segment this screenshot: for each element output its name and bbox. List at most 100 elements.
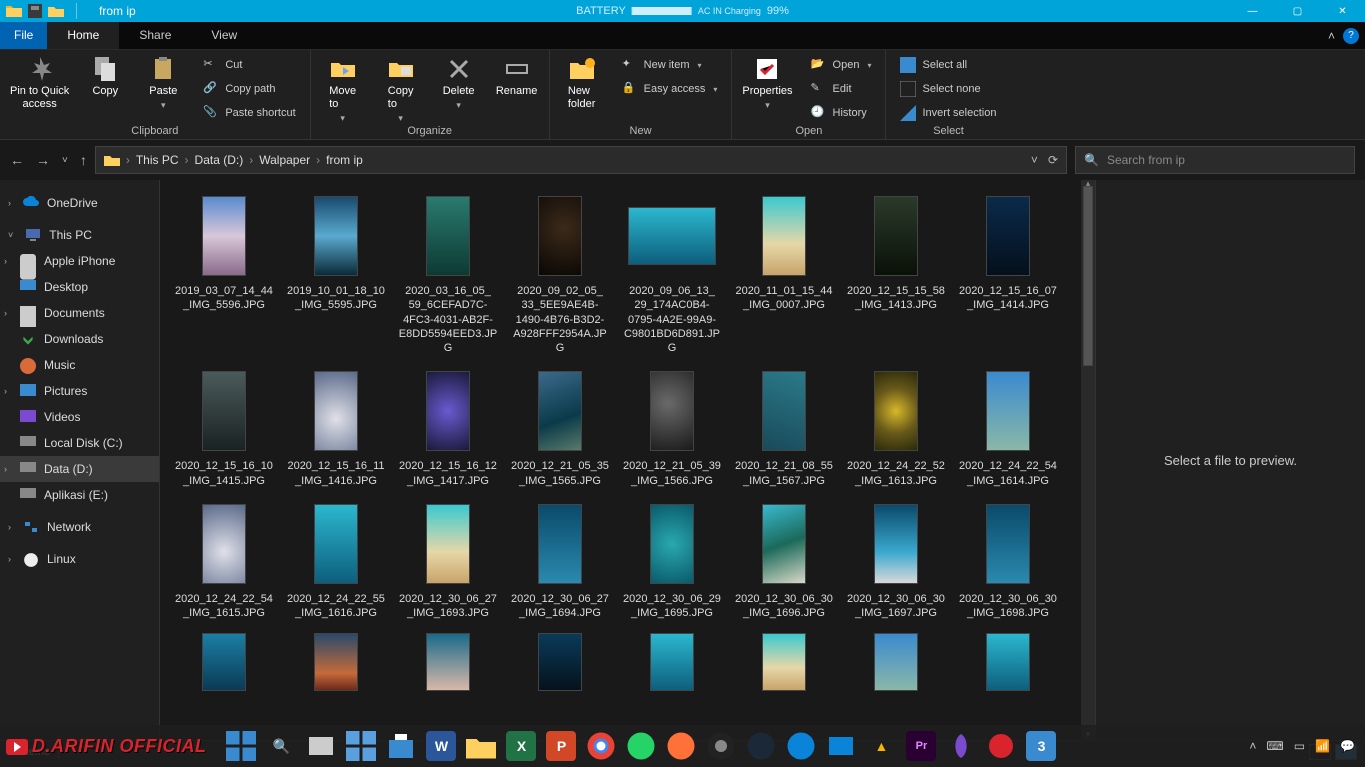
breadcrumb-segment[interactable]: Walpaper — [259, 153, 310, 167]
whatsapp-icon[interactable] — [626, 731, 656, 761]
file-item[interactable]: 2020_​12_​30_​06_​29 _​IMG_​1695.JPG — [618, 498, 726, 623]
file-item[interactable] — [282, 631, 390, 697]
file-item[interactable]: 2020_​12_​15_​16_​12 _​IMG_​1417.JPG — [394, 365, 502, 490]
select-none-button[interactable]: Select none — [896, 79, 1000, 99]
nav-music[interactable]: Music — [0, 352, 159, 378]
scrollbar-thumb[interactable] — [1083, 186, 1093, 366]
copy-button[interactable]: Copy — [83, 55, 127, 98]
nav-videos[interactable]: Videos — [0, 404, 159, 430]
file-item[interactable]: 2020_​12_​30_​06_​30 _​IMG_​1698.JPG — [954, 498, 1062, 623]
steam-icon[interactable] — [746, 731, 776, 761]
file-item[interactable] — [842, 631, 950, 697]
history-button[interactable]: 🕘History — [807, 103, 876, 123]
nav-data-d[interactable]: ›Data (D:) — [0, 456, 159, 482]
close-button[interactable]: ✕ — [1320, 0, 1365, 22]
nav-this-pc[interactable]: ˅This PC — [0, 222, 159, 248]
widgets-button[interactable] — [346, 731, 376, 761]
file-item[interactable]: 2020_​12_​24_​22_​55 _​IMG_​1616.JPG — [282, 498, 390, 623]
tab-home[interactable]: Home — [47, 22, 119, 49]
file-explorer-icon[interactable] — [466, 731, 496, 761]
forward-button[interactable]: → — [36, 152, 50, 168]
file-item[interactable]: 2020_​12_​15_​16_​07 _​IMG_​1414.JPG — [954, 190, 1062, 357]
tray-wifi-icon[interactable]: 📶 — [1315, 739, 1330, 753]
rename-button[interactable]: Rename — [495, 55, 539, 98]
maximize-button[interactable]: ▢ — [1275, 0, 1320, 22]
select-all-button[interactable]: Select all — [896, 55, 1000, 75]
file-item[interactable]: 2019_​03_​07_​14_​44 _​IMG_​5596.JPG — [170, 190, 278, 357]
file-item[interactable] — [170, 631, 278, 697]
new-folder-button[interactable]: New folder — [560, 55, 604, 111]
back-button[interactable]: ← — [10, 152, 24, 168]
file-item[interactable]: 2020_​12_​21_​05_​39 _​IMG_​1566.JPG — [618, 365, 726, 490]
file-item[interactable]: 2020_​11_​01_​15_​44 _​IMG_​0007.JPG — [730, 190, 838, 357]
delete-button[interactable]: Delete▾ — [437, 55, 481, 111]
file-item[interactable]: 2020_​12_​24_​22_​54 _​IMG_​1614.JPG — [954, 365, 1062, 490]
screenshot-icon[interactable] — [826, 731, 856, 761]
pin-to-quick-access-button[interactable]: Pin to Quick access — [10, 55, 69, 111]
file-item[interactable]: 2020_​12_​24_​22_​54 _​IMG_​1615.JPG — [170, 498, 278, 623]
file-item[interactable] — [954, 631, 1062, 697]
move-to-button[interactable]: Move to▾ — [321, 55, 365, 124]
tab-file[interactable]: File — [0, 22, 47, 49]
start-button[interactable] — [226, 731, 256, 761]
file-item[interactable] — [394, 631, 502, 697]
cut-button[interactable]: ✂Cut — [199, 55, 299, 75]
file-item[interactable]: 2019_​10_​01_​18_​10 _​IMG_​5595.JPG — [282, 190, 390, 357]
refresh-button[interactable]: ⟳ — [1048, 153, 1058, 167]
tray-keyboard-icon[interactable]: ⌨ — [1266, 739, 1283, 753]
chrome-icon[interactable] — [586, 731, 616, 761]
help-icon[interactable]: ? — [1343, 28, 1359, 44]
address-bar[interactable]: › This PC › Data (D:) › Walpaper › from … — [95, 146, 1067, 174]
easy-access-button[interactable]: 🔒Easy access▾ — [618, 79, 722, 99]
properties-button[interactable]: Properties▾ — [742, 55, 792, 111]
task-view-button[interactable] — [306, 731, 336, 761]
tray-chevron-icon[interactable]: ˄ — [1249, 739, 1256, 753]
ribbon-collapse-icon[interactable]: ˄ — [1328, 29, 1335, 43]
obs-icon[interactable] — [706, 731, 736, 761]
search-box[interactable]: 🔍 Search from ip — [1075, 146, 1355, 174]
tab-view[interactable]: View — [191, 22, 257, 49]
minimize-button[interactable]: — — [1230, 0, 1275, 22]
vertical-scrollbar[interactable]: ▴ ▾ — [1081, 180, 1095, 740]
folder-open-icon[interactable] — [48, 4, 64, 18]
nav-downloads[interactable]: Downloads — [0, 326, 159, 352]
tray-battery-icon[interactable]: ▭ — [1294, 739, 1305, 753]
recent-locations-button[interactable]: ˅ — [62, 155, 68, 166]
new-item-button[interactable]: ✦New item▾ — [618, 55, 722, 75]
breadcrumb-segment[interactable]: This PC — [136, 153, 179, 167]
app-icon[interactable] — [946, 731, 976, 761]
excel-icon[interactable]: X — [506, 731, 536, 761]
breadcrumb-segment[interactable]: Data (D:) — [195, 153, 244, 167]
tray-notification-icon[interactable]: 💬 — [1340, 739, 1355, 753]
tab-share[interactable]: Share — [119, 22, 191, 49]
nav-apple-iphone[interactable]: ›Apple iPhone — [0, 248, 159, 274]
file-list[interactable]: 2019_​03_​07_​14_​44 _​IMG_​5596.JPG2019… — [160, 180, 1081, 740]
file-item[interactable]: 2020_​12_​30_​06_​27 _​IMG_​1693.JPG — [394, 498, 502, 623]
file-item[interactable] — [618, 631, 726, 697]
edge-icon[interactable] — [786, 731, 816, 761]
file-item[interactable]: 2020_​12_​21_​08_​55 _​IMG_​1567.JPG — [730, 365, 838, 490]
file-item[interactable]: 2020_​09_​06_​13_​29_​174AC0B4-0795-4A2E… — [618, 190, 726, 357]
open-button[interactable]: 📂Open▾ — [807, 55, 876, 75]
file-item[interactable]: 2020_​12_​30_​06_​30 _​IMG_​1696.JPG — [730, 498, 838, 623]
system-tray[interactable]: ˄ ⌨ ▭ 📶 💬 — [1249, 739, 1365, 753]
copy-to-button[interactable]: Copy to▾ — [379, 55, 423, 124]
nav-desktop[interactable]: Desktop — [0, 274, 159, 300]
file-item[interactable]: 2020_​12_​24_​22_​52 _​IMG_​1613.JPG — [842, 365, 950, 490]
record-icon[interactable] — [986, 731, 1016, 761]
file-item[interactable]: 2020_​12_​15_​16_​10 _​IMG_​1415.JPG — [170, 365, 278, 490]
nav-network[interactable]: ›Network — [0, 514, 159, 540]
paste-button[interactable]: Paste ▾ — [141, 55, 185, 111]
powerpoint-icon[interactable]: P — [546, 731, 576, 761]
nav-linux[interactable]: ›Linux — [0, 546, 159, 572]
file-item[interactable]: 2020_​03_​16_​05_​59_​6CEFAD7C-4FC3-4031… — [394, 190, 502, 357]
search-button[interactable]: 🔍 — [266, 731, 296, 761]
warning-icon[interactable]: ▲ — [866, 731, 896, 761]
address-dropdown-button[interactable]: ˅ — [1031, 153, 1038, 167]
file-item[interactable]: 2020_​12_​30_​06_​30 _​IMG_​1697.JPG — [842, 498, 950, 623]
word-icon[interactable]: W — [426, 731, 456, 761]
file-item[interactable]: 2020_​09_​02_​05_​33_​5EE9AE4B-1490-4B76… — [506, 190, 614, 357]
file-item[interactable] — [730, 631, 838, 697]
store-icon[interactable] — [386, 731, 416, 761]
app-3-icon[interactable]: 3 — [1026, 731, 1056, 761]
